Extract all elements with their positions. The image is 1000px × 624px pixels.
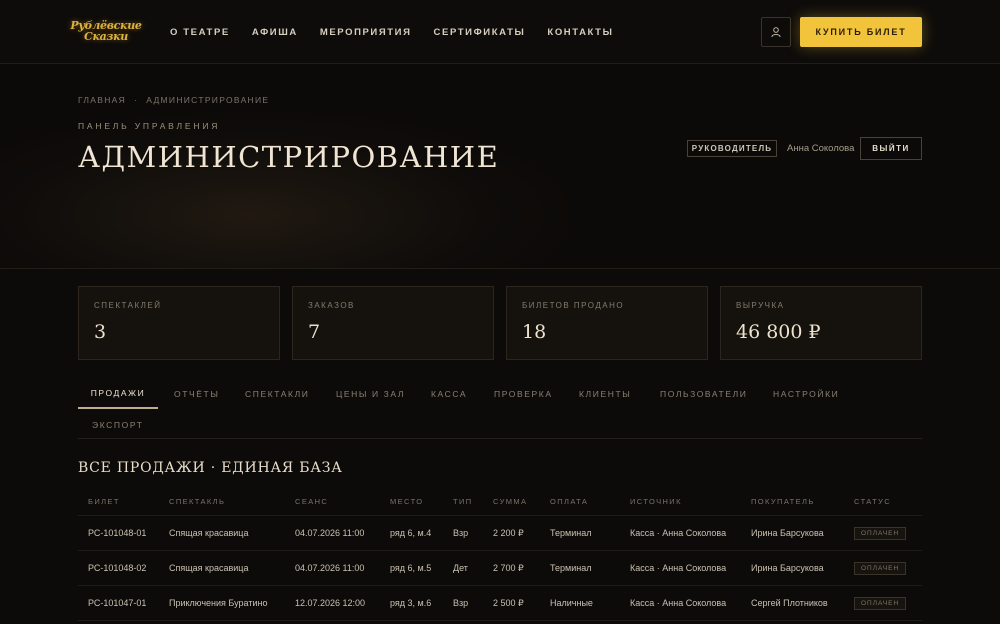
col-session: 04.07.2026 11:00 xyxy=(295,563,365,573)
tab-settings[interactable]: НАСТРОЙКИ xyxy=(759,379,853,409)
col-status: ОПЛАЧЕН xyxy=(854,551,907,585)
col-payment: Наличные xyxy=(550,598,593,608)
breadcrumb-separator: · xyxy=(134,95,139,105)
current-user-name: Анна Соколова xyxy=(787,143,855,154)
col-type: Взр xyxy=(453,598,469,608)
breadcrumb-home[interactable]: ГЛАВНАЯ xyxy=(78,95,126,105)
header-col-ticket: БИЛЕТ xyxy=(88,497,120,506)
stat-label: ЗАКАЗОВ xyxy=(308,301,355,310)
theatre-logo[interactable]: Рублёвские Сказки xyxy=(70,14,142,48)
nav-playbill[interactable]: АФИША xyxy=(252,27,298,38)
stat-label: СПЕКТАКЛЕЙ xyxy=(94,301,162,310)
header-col-type: ТИП xyxy=(453,497,473,506)
top-navigation-bar: Рублёвские Сказки О ТЕАТРЕ АФИША МЕРОПРИ… xyxy=(0,0,1000,64)
tab-cashier[interactable]: КАССА xyxy=(417,379,481,409)
nav-contacts[interactable]: КОНТАКТЫ xyxy=(547,27,613,38)
col-ticket: РС-101048-01 xyxy=(88,528,147,538)
col-performance: Приключения Буратино xyxy=(169,598,268,608)
stat-label: ВЫРУЧКА xyxy=(736,301,785,310)
col-status: ОПЛАЧЕН xyxy=(854,586,907,620)
col-seat: ряд 6, м.5 xyxy=(390,563,432,573)
col-amount: 2 200 ₽ xyxy=(493,527,524,538)
tab-reports[interactable]: ОТЧЁТЫ xyxy=(160,379,233,409)
col-payment: Терминал xyxy=(550,528,592,538)
col-type: Дет xyxy=(453,563,468,573)
sales-section-title: ВСЕ ПРОДАЖИ · ЕДИНАЯ БАЗА xyxy=(78,460,343,476)
nav-certificates[interactable]: СЕРТИФИКАТЫ xyxy=(434,27,526,38)
tab-prices-hall[interactable]: ЦЕНЫ И ЗАЛ xyxy=(322,379,419,409)
stat-card-performances: СПЕКТАКЛЕЙ 3 xyxy=(78,286,280,360)
stat-value: 18 xyxy=(522,321,547,343)
stat-card-revenue: ВЫРУЧКА 46 800 ₽ xyxy=(720,286,922,360)
col-buyer: Ирина Барсукова xyxy=(751,528,824,538)
stat-card-tickets-sold: БИЛЕТОВ ПРОДАНО 18 xyxy=(506,286,708,360)
tab-clients[interactable]: КЛИЕНТЫ xyxy=(565,379,645,409)
col-status: ОПЛАЧЕН xyxy=(854,516,907,550)
table-row[interactable]: РС-101047-01 Приключения Буратино 12.07.20… xyxy=(78,586,922,621)
status-badge: ОПЛАЧЕН xyxy=(854,561,907,575)
buy-ticket-button[interactable]: КУПИТЬ БИЛЕТ xyxy=(800,17,922,47)
col-type: Взр xyxy=(453,528,469,538)
col-ticket: РС-101048-02 xyxy=(88,563,147,573)
main-nav: О ТЕАТРЕ АФИША МЕРОПРИЯТИЯ СЕРТИФИКАТЫ К… xyxy=(170,0,613,64)
stat-value: 3 xyxy=(94,321,107,343)
tab-performances[interactable]: СПЕКТАКЛИ xyxy=(231,379,324,409)
stat-card-orders: ЗАКАЗОВ 7 xyxy=(292,286,494,360)
tab-export[interactable]: ЭКСПОРТ xyxy=(78,410,158,440)
col-buyer: Сергей Плотников xyxy=(751,598,828,608)
tab-users[interactable]: ПОЛЬЗОВАТЕЛИ xyxy=(646,379,761,409)
stat-value: 46 800 ₽ xyxy=(736,321,821,343)
col-session: 04.07.2026 11:00 xyxy=(295,528,365,538)
header-col-session: СЕАНС xyxy=(295,497,329,506)
breadcrumb-current: АДМИНИСТРИРОВАНИЕ xyxy=(146,95,270,105)
header-col-payment: ОПЛАТА xyxy=(550,497,589,506)
col-session: 12.07.2026 12:00 xyxy=(295,598,366,608)
col-performance: Спящая красавица xyxy=(169,528,249,538)
status-badge: ОПЛАЧЕН xyxy=(854,526,907,540)
col-amount: 2 700 ₽ xyxy=(493,562,524,573)
col-seat: ряд 3, м.6 xyxy=(390,598,432,608)
nav-about[interactable]: О ТЕАТРЕ xyxy=(170,27,230,38)
header-col-status: СТАТУС xyxy=(854,497,892,506)
tab-check[interactable]: ПРОВЕРКА xyxy=(480,379,567,409)
header-col-amount: СУММА xyxy=(493,497,528,506)
col-buyer: Ирина Барсукова xyxy=(751,563,824,573)
logout-button[interactable]: ВЫЙТИ xyxy=(860,137,922,160)
header-col-seat: МЕСТО xyxy=(390,497,424,506)
stat-label: БИЛЕТОВ ПРОДАНО xyxy=(522,301,625,310)
col-source: Касса · Анна Соколова xyxy=(630,528,727,538)
table-header-row: БИЛЕТ СПЕКТАКЛЬ СЕАНС МЕСТО ТИП СУММА ОПЛАТА ИС… xyxy=(78,488,922,516)
nav-events[interactable]: МЕРОПРИЯТИЯ xyxy=(320,27,412,38)
col-ticket: РС-101047-01 xyxy=(88,598,147,608)
admin-tabs: ПРОДАЖИ ОТЧЁТЫ СПЕКТАКЛИ ЦЕНЫ И ЗАЛ КАСС… xyxy=(78,377,922,439)
breadcrumb: ГЛАВНАЯ · АДМИНИСТРИРОВАНИЕ xyxy=(78,95,269,105)
header-col-buyer: ПОКУПАТЕЛЬ xyxy=(751,497,815,506)
stat-value: 7 xyxy=(308,321,321,343)
col-source: Касса · Анна Соколова xyxy=(630,598,727,608)
col-payment: Терминал xyxy=(550,563,592,573)
role-badge: РУКОВОДИТЕЛЬ xyxy=(687,140,777,157)
page-title: АДМИНИСТРИРОВАНИЕ xyxy=(78,140,500,174)
status-badge: ОПЛАЧЕН xyxy=(854,596,907,610)
col-performance: Спящая красавица xyxy=(169,563,249,573)
col-source: Касса · Анна Соколова xyxy=(630,563,727,573)
account-button[interactable] xyxy=(761,17,791,47)
logo-line-2: Сказки xyxy=(84,30,128,43)
tab-sales[interactable]: ПРОДАЖИ xyxy=(78,379,158,409)
header-col-performance: СПЕКТАКЛЬ xyxy=(169,497,226,506)
table-row[interactable]: РС-101048-01 Спящая красавица 04.07.2026 1… xyxy=(78,516,922,551)
col-seat: ряд 6, м.4 xyxy=(390,528,432,538)
table-row[interactable]: РС-101048-02 Спящая красавица 04.07.2026 1… xyxy=(78,551,922,586)
col-amount: 2 500 ₽ xyxy=(493,597,524,608)
user-icon xyxy=(771,27,781,38)
page-eyebrow: ПАНЕЛЬ УПРАВЛЕНИЯ xyxy=(78,121,221,131)
sales-table: БИЛЕТ СПЕКТАКЛЬ СЕАНС МЕСТО ТИП СУММА ОПЛАТА ИС… xyxy=(78,488,922,621)
header-col-source: ИСТОЧНИК xyxy=(630,497,682,506)
